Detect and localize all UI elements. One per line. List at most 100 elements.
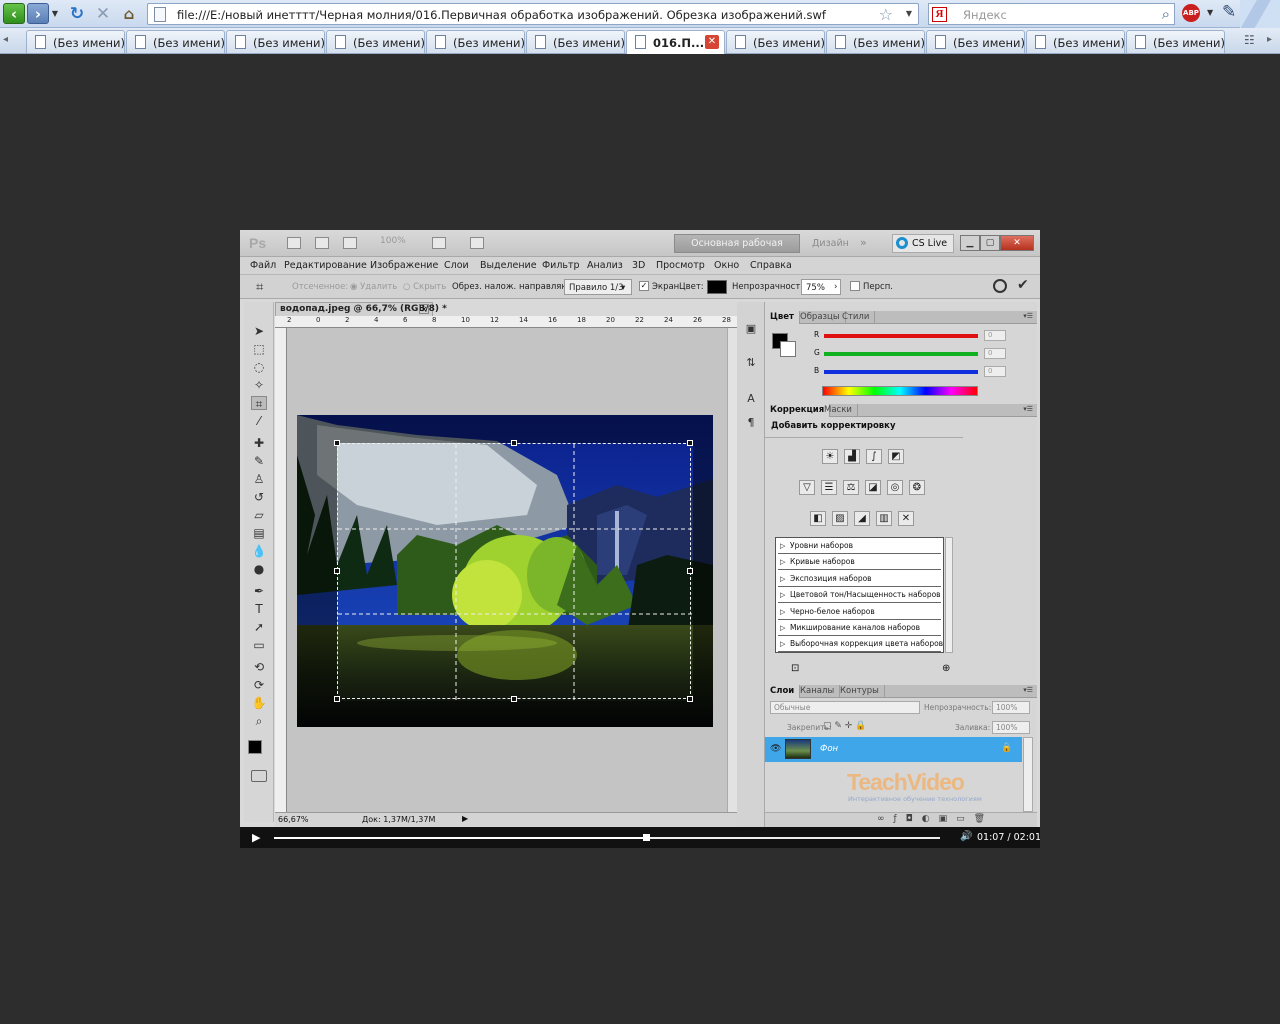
visibility-eye-icon[interactable]: 👁 — [770, 744, 781, 754]
color-slider-row[interactable]: R0 — [814, 330, 1032, 344]
rectangle-tool-icon[interactable]: ▭ — [251, 638, 267, 652]
zoom-tool-icon[interactable]: ⌕ — [251, 714, 267, 728]
document-tab[interactable]: водопад.jpeg @ 66,7% (RGB/8) * ✕ — [275, 302, 447, 316]
crop-tool-icon[interactable]: ⌗ — [251, 396, 267, 411]
crop-handle-bottom-right[interactable] — [687, 696, 693, 702]
workspace-more-icon[interactable]: » — [860, 236, 867, 249]
minibridge-panel-icon[interactable]: ▣ — [743, 322, 759, 336]
browser-tab[interactable]: (Без имени) — [426, 30, 525, 53]
preset-item[interactable]: Черно-белое наборов — [778, 605, 941, 620]
menu-item[interactable]: Выделение — [480, 260, 537, 271]
color-balance-icon[interactable]: ⚖ — [843, 480, 859, 495]
panel-tab[interactable]: Каналы — [795, 685, 841, 698]
photo-filter-icon[interactable]: ◎ — [887, 480, 903, 495]
crop-handle-bottom[interactable] — [511, 696, 517, 702]
history-panel-icon[interactable]: ⇅ — [743, 356, 759, 370]
zoom-combo[interactable]: 100% — [380, 236, 406, 246]
gradient-tool-icon[interactable]: ▤ — [251, 526, 267, 540]
canvas-vertical-scrollbar[interactable] — [727, 328, 737, 812]
posterize-icon[interactable]: ▨ — [832, 511, 848, 526]
panel-menu-icon[interactable]: ▾☰ — [1023, 405, 1033, 413]
workspace-essentials-button[interactable]: Основная рабочая среда — [674, 234, 800, 266]
screen-mode-icon[interactable] — [470, 237, 484, 249]
video-progress-bar[interactable] — [274, 834, 940, 841]
history-dropdown-icon[interactable]: ▼ — [49, 3, 61, 24]
perspective-checkbox[interactable] — [850, 281, 860, 291]
color-slider-row[interactable]: G0 — [814, 348, 1032, 362]
blur-tool-icon[interactable]: 💧 — [251, 544, 267, 558]
channel-mixer-icon[interactable]: ❂ — [909, 480, 925, 495]
color-panel-background-swatch[interactable] — [780, 341, 796, 357]
channel-slider[interactable] — [824, 370, 978, 374]
foreground-color-swatch[interactable] — [248, 740, 262, 754]
canvas-area[interactable] — [287, 328, 727, 812]
levels-icon[interactable]: ▟ — [844, 449, 860, 464]
marquee-tool-icon[interactable]: ⬚ — [251, 342, 267, 356]
zoom-status[interactable]: 66,67% — [278, 815, 309, 824]
clip-to-layer-icon[interactable]: ⊕ — [942, 663, 950, 674]
hue-saturation-icon[interactable]: ☰ — [821, 480, 837, 495]
exposure-icon[interactable]: ◩ — [888, 449, 904, 464]
tab-scroll-right-icon[interactable]: ▸ — [1267, 34, 1272, 45]
crop-handle-top-left[interactable] — [334, 440, 340, 446]
browser-tab[interactable]: (Без имени) — [1026, 30, 1125, 53]
layers-scrollbar[interactable] — [1023, 737, 1033, 812]
preset-item[interactable]: Выборочная коррекция цвета наборов — [778, 637, 943, 653]
delete-radio[interactable]: ◉ Удалить — [350, 282, 397, 292]
threshold-icon[interactable]: ◢ — [854, 511, 870, 526]
workspace-design-button[interactable]: Дизайн — [812, 238, 849, 249]
layers-footer-icons[interactable]: ∞ƒ◘◐▣▭🗑 — [877, 814, 994, 824]
panel-menu-icon[interactable]: ▾☰ — [1023, 686, 1033, 694]
search-box[interactable]: Я Яндекс ⌕ — [928, 3, 1175, 25]
move-tool-icon[interactable]: ➤ — [251, 324, 267, 338]
status-menu-icon[interactable]: ▶ — [462, 814, 468, 823]
cs-live-button[interactable]: CS Live — [892, 234, 954, 253]
browser-tab[interactable]: (Без имени) — [726, 30, 825, 53]
lasso-tool-icon[interactable]: ◌ — [251, 360, 267, 374]
arrange-documents-icon[interactable] — [432, 237, 446, 249]
quick-mask-icon[interactable] — [251, 770, 267, 782]
history-brush-tool-icon[interactable]: ↺ — [251, 490, 267, 504]
cancel-crop-icon[interactable] — [993, 279, 1007, 293]
curves-icon[interactable]: ∫ — [866, 449, 882, 464]
tab-list-icon[interactable]: ☷ — [1244, 33, 1255, 47]
return-to-list-icon[interactable]: ⊡ — [791, 663, 799, 674]
tab-scroll-left-icon[interactable]: ◂ — [3, 34, 8, 45]
tools-icon[interactable]: ✎ — [1222, 2, 1236, 22]
character-panel-icon[interactable]: A — [743, 392, 759, 406]
reload-icon[interactable]: ↻ — [66, 3, 88, 24]
crop-handle-right[interactable] — [687, 568, 693, 574]
panel-tab[interactable]: Стили — [837, 311, 876, 324]
eyedropper-tool-icon[interactable]: ⁄ — [251, 414, 267, 428]
crop-handle-top[interactable] — [511, 440, 517, 446]
brightness-contrast-icon[interactable]: ☀ — [822, 449, 838, 464]
preset-item[interactable]: Цветовой тон/Насыщенность наборов — [778, 588, 941, 604]
adblock-icon[interactable]: ABP — [1182, 4, 1200, 22]
document-close-icon[interactable]: ✕ — [419, 304, 429, 314]
preset-item[interactable]: Микширование каналов наборов — [778, 621, 941, 636]
panel-tab[interactable]: Контуры — [835, 685, 885, 698]
crop-box[interactable] — [334, 440, 693, 702]
paragraph-panel-icon[interactable]: ¶ — [743, 416, 759, 430]
panel-menu-icon[interactable]: ▾☰ — [1023, 312, 1033, 320]
addon-dropdown-icon[interactable]: ▼ — [1207, 8, 1213, 17]
selective-color-icon[interactable]: ✕ — [898, 511, 914, 526]
minibridge-icon[interactable] — [315, 237, 329, 249]
channel-value[interactable]: 0 — [984, 366, 1006, 377]
browser-tab[interactable]: (Без имени) — [226, 30, 325, 53]
browser-tab[interactable]: (Без имени) — [126, 30, 225, 53]
maximize-icon[interactable]: ▢ — [980, 235, 1000, 251]
channel-slider[interactable] — [824, 334, 978, 338]
address-bar[interactable]: file:///E:/новый инетттт/Черная молния/0… — [147, 3, 919, 25]
opacity-field[interactable]: 75% › — [801, 279, 841, 295]
preset-item[interactable]: Уровни наборов — [778, 539, 941, 554]
browser-tab[interactable]: (Без имени) — [826, 30, 925, 53]
channel-value[interactable]: 0 — [984, 330, 1006, 341]
flash-video-player[interactable]: Ps 100% Основная рабочая среда Дизайн » … — [240, 230, 1040, 848]
crop-handle-bottom-left[interactable] — [334, 696, 340, 702]
crop-handle-top-right[interactable] — [687, 440, 693, 446]
3d-rotate-tool-icon[interactable]: ⟲ — [251, 660, 267, 674]
back-button[interactable]: ‹ — [3, 3, 25, 24]
invert-icon[interactable]: ◧ — [810, 511, 826, 526]
layer-opacity-field[interactable]: 100% — [992, 701, 1030, 714]
